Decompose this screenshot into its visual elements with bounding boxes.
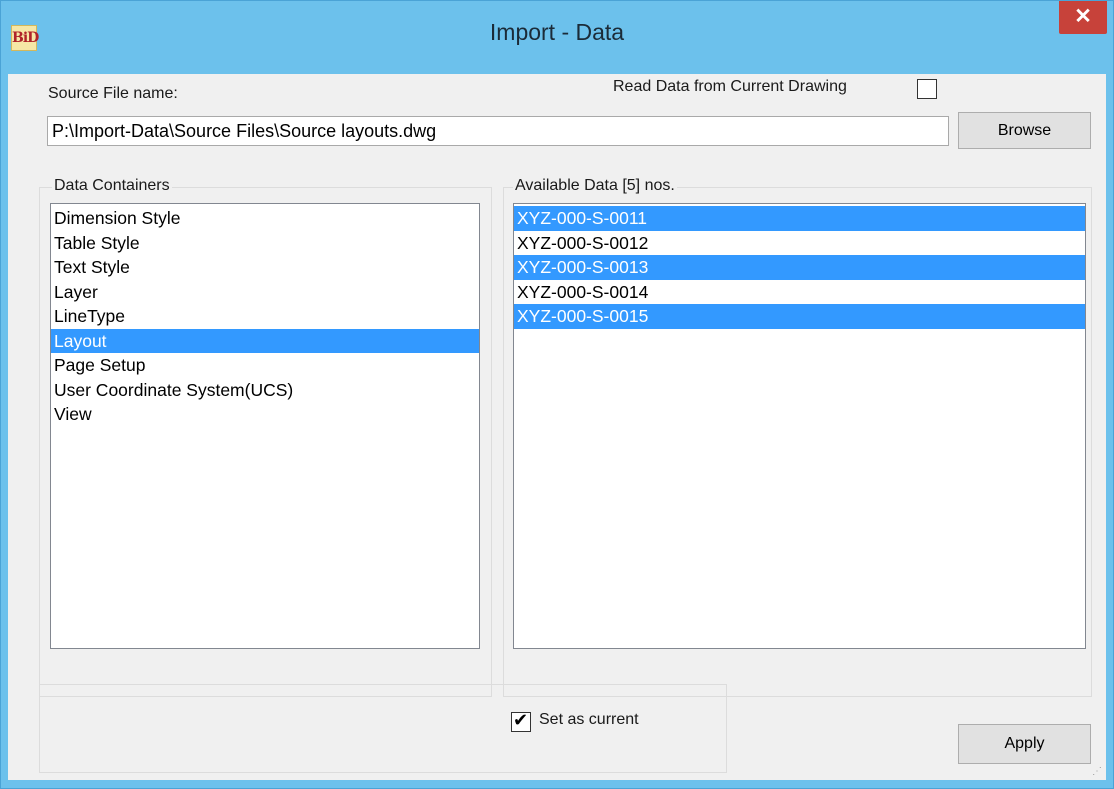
browse-button[interactable]: Browse: [958, 112, 1091, 149]
data-container-item[interactable]: Text Style: [51, 255, 479, 280]
data-container-item[interactable]: Layout: [51, 328, 479, 353]
available-data-item[interactable]: XYZ-000-S-0013: [514, 255, 1085, 280]
set-as-current-checkbox[interactable]: [511, 710, 531, 732]
window-title: Import - Data: [489, 19, 625, 45]
data-container-item[interactable]: LineType: [51, 304, 479, 329]
set-as-current-label: Set as current: [539, 711, 639, 728]
title-bar[interactable]: BiD Import - Data ✕: [1, 1, 1113, 73]
data-containers-list[interactable]: Dimension Style Table Style Text Style Laye…: [50, 203, 480, 649]
source-file-label: Source File name:: [48, 85, 178, 102]
data-container-item[interactable]: Page Setup: [51, 353, 479, 378]
available-data-item[interactable]: XYZ-000-S-0011: [514, 206, 1085, 231]
available-data-list[interactable]: XYZ-000-S-0011 XYZ-000-S-0012 XYZ-000-S-00…: [513, 203, 1086, 649]
read-current-drawing-checkbox[interactable]: [917, 79, 937, 99]
resize-grip-icon[interactable]: ⋰: [1092, 766, 1104, 778]
data-container-item[interactable]: Dimension Style: [51, 206, 479, 231]
apply-button[interactable]: Apply: [958, 724, 1091, 764]
available-data-item[interactable]: XYZ-000-S-0014: [514, 280, 1085, 305]
source-file-path-input[interactable]: P:\Import-Data\Source Files\Source layou…: [47, 116, 949, 146]
available-data-item[interactable]: XYZ-000-S-0015: [514, 304, 1085, 329]
dialog-body: Source File name: Read Data from Current…: [8, 74, 1106, 780]
data-container-item[interactable]: View: [51, 402, 479, 427]
data-container-item[interactable]: Table Style: [51, 231, 479, 256]
available-data-item[interactable]: XYZ-000-S-0012: [514, 231, 1085, 256]
available-data-label: Available Data [5] nos.: [513, 177, 677, 195]
close-button[interactable]: ✕: [1059, 1, 1107, 34]
import-data-window: BiD Import - Data ✕ Source File name: Re…: [0, 0, 1114, 789]
read-current-drawing-label: Read Data from Current Drawing: [613, 78, 847, 95]
data-container-item[interactable]: User Coordinate System(UCS): [51, 378, 479, 403]
data-container-item[interactable]: Layer: [51, 280, 479, 305]
data-containers-label: Data Containers: [52, 177, 172, 195]
